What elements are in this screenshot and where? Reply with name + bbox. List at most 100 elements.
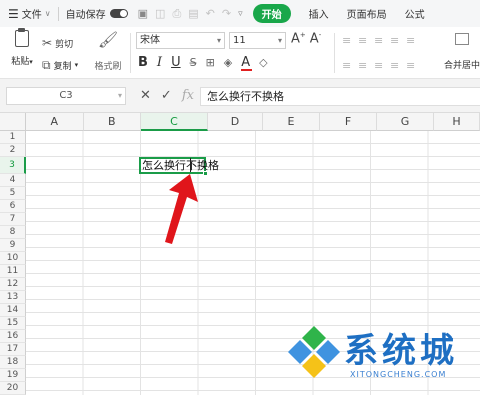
tab-insert[interactable]: 插入 bbox=[309, 6, 329, 21]
bold-icon[interactable]: B bbox=[138, 55, 148, 70]
paste-button[interactable]: 粘贴▾ bbox=[8, 28, 36, 67]
row-header[interactable]: 1 bbox=[0, 131, 26, 144]
row-header[interactable]: 12 bbox=[0, 278, 26, 291]
column-header-d[interactable]: D bbox=[208, 113, 263, 131]
merge-center-button[interactable]: 合并居中 bbox=[444, 31, 480, 71]
column-header-e[interactable]: E bbox=[263, 113, 320, 131]
borders-icon[interactable]: ⊞ bbox=[206, 56, 215, 69]
cut-button[interactable]: ✂ 剪切 bbox=[42, 32, 78, 54]
row-header[interactable]: 10 bbox=[0, 252, 26, 265]
row-header[interactable]: 9 bbox=[0, 239, 26, 252]
align-top-icon[interactable]: ≡ bbox=[342, 34, 358, 47]
align-middle-icon[interactable]: ≡ bbox=[358, 34, 374, 47]
row-header[interactable]: 2 bbox=[0, 144, 26, 157]
watermark-url: XITONGCHENG.COM bbox=[350, 370, 447, 379]
align-bottom-icon[interactable]: ≡ bbox=[374, 34, 390, 47]
row-header[interactable]: 16 bbox=[0, 330, 26, 343]
font-size-select[interactable]: 11 ▾ bbox=[229, 32, 286, 49]
autosave-control[interactable]: 自动保存 bbox=[66, 6, 128, 21]
row-header[interactable]: 7 bbox=[0, 213, 26, 226]
menu-bar: ☰ 文件 ∨ 自动保存 ▣ ◫ ⎙ ▤ ↶ ↷ ▿ 开始 插入 页面布局 公式 bbox=[0, 0, 480, 27]
column-header-b[interactable]: B bbox=[83, 113, 141, 131]
row-header[interactable]: 17 bbox=[0, 343, 26, 356]
row-header[interactable]: 14 bbox=[0, 304, 26, 317]
autosave-label: 自动保存 bbox=[65, 10, 106, 21]
font-name-select[interactable]: 宋体 ▾ bbox=[136, 32, 225, 49]
underline-icon[interactable]: U bbox=[171, 55, 181, 70]
chevron-down-icon: ▾ bbox=[216, 36, 221, 45]
strikethrough-icon[interactable]: S̶ bbox=[190, 56, 197, 69]
font-size-adjust: A+ A- bbox=[291, 31, 321, 46]
tab-page-layout[interactable]: 页面布局 bbox=[347, 6, 387, 21]
column-header-h[interactable]: H bbox=[434, 113, 480, 131]
copy-button[interactable]: ⧉ 复制 ▾ bbox=[42, 54, 78, 76]
text-cursor bbox=[190, 158, 191, 172]
format-painter-button[interactable]: 🖌 格式刷 bbox=[93, 30, 123, 72]
format-painter-label: 格式刷 bbox=[94, 62, 122, 72]
cancel-icon[interactable]: ✕ bbox=[140, 88, 151, 103]
column-header-f[interactable]: F bbox=[320, 113, 377, 131]
row-header[interactable]: 5 bbox=[0, 187, 26, 200]
row-header[interactable]: 13 bbox=[0, 291, 26, 304]
italic-icon[interactable]: I bbox=[157, 55, 162, 70]
formula-input[interactable]: 怎么换行不换格 bbox=[200, 87, 480, 106]
merge-cells-icon bbox=[455, 33, 469, 45]
insert-function-icon[interactable]: fx bbox=[182, 88, 194, 103]
row-header[interactable]: 11 bbox=[0, 265, 26, 278]
wrap-text-icon[interactable]: ≡ bbox=[390, 34, 406, 47]
name-box[interactable]: C3 ▾ bbox=[6, 87, 126, 105]
decrease-font-icon[interactable]: A- bbox=[310, 31, 321, 46]
formula-bar: C3 ▾ ✕ ✓ fx 怎么换行不换格 bbox=[0, 79, 480, 113]
tab-home[interactable]: 开始 bbox=[252, 4, 291, 23]
clear-format-icon[interactable]: ◇ bbox=[259, 56, 267, 69]
column-header-a[interactable]: A bbox=[26, 113, 84, 131]
row-header[interactable]: 8 bbox=[0, 226, 26, 239]
align-left-icon[interactable]: ≡ bbox=[342, 59, 358, 72]
row-header-active[interactable]: 3 bbox=[0, 157, 26, 174]
red-arrow-icon bbox=[165, 174, 198, 244]
undo-icon[interactable]: ↶ bbox=[206, 7, 215, 20]
tab-formulas[interactable]: 公式 bbox=[405, 6, 425, 21]
font-color-icon[interactable]: A bbox=[241, 55, 253, 71]
fill-color-icon[interactable]: ◈ bbox=[224, 56, 232, 69]
clipboard-icon bbox=[15, 28, 29, 47]
chevron-down-icon: ▾ bbox=[29, 58, 33, 66]
export-icon[interactable]: ◫ bbox=[155, 7, 165, 20]
select-all-corner[interactable] bbox=[0, 113, 26, 131]
autosave-toggle[interactable] bbox=[109, 9, 128, 18]
file-menu[interactable]: ☰ 文件 ∨ bbox=[8, 6, 51, 22]
align-center-icon[interactable]: ≡ bbox=[358, 59, 374, 72]
font-size-value: 11 bbox=[233, 35, 246, 46]
clipboard-group: ✂ 剪切 ⧉ 复制 ▾ bbox=[42, 32, 78, 76]
print-preview-icon[interactable]: ▤ bbox=[188, 7, 198, 20]
row-header[interactable]: 15 bbox=[0, 317, 26, 330]
divider bbox=[57, 6, 59, 21]
paste-label: 粘贴 bbox=[11, 57, 30, 67]
justify-icon[interactable]: ≡ bbox=[390, 59, 406, 72]
column-header-c[interactable]: C bbox=[141, 113, 208, 131]
watermark: 系统城 XITONGCHENG.COM bbox=[286, 320, 476, 390]
confirm-icon[interactable]: ✓ bbox=[161, 88, 172, 103]
chevron-down-icon: ▾ bbox=[277, 36, 282, 45]
distributed-icon[interactable]: ≡ bbox=[406, 59, 422, 72]
customize-icon[interactable]: ▿ bbox=[238, 9, 243, 19]
copy-label: 复制 bbox=[53, 61, 72, 72]
watermark-logo-icon bbox=[288, 326, 340, 378]
row-header[interactable]: 4 bbox=[0, 174, 26, 187]
row-header[interactable]: 19 bbox=[0, 369, 26, 382]
row-header[interactable]: 20 bbox=[0, 382, 26, 395]
formula-actions: ✕ ✓ fx bbox=[140, 88, 194, 103]
align-right-icon[interactable]: ≡ bbox=[374, 59, 390, 72]
save-icon[interactable]: ▣ bbox=[138, 7, 148, 20]
row-header[interactable]: 18 bbox=[0, 356, 26, 369]
print-icon[interactable]: ⎙ bbox=[172, 7, 181, 21]
indent-icon[interactable]: ≡ bbox=[406, 34, 422, 47]
increase-font-icon[interactable]: A+ bbox=[291, 31, 306, 46]
chevron-down-icon: ▾ bbox=[74, 61, 79, 69]
redo-icon[interactable]: ↷ bbox=[222, 7, 231, 20]
divider bbox=[334, 33, 335, 73]
divider bbox=[130, 33, 131, 73]
ribbon: 粘贴▾ ✂ 剪切 ⧉ 复制 ▾ 🖌 格式刷 宋体 ▾ 11 ▾ A+ A- B … bbox=[0, 27, 480, 79]
row-header[interactable]: 6 bbox=[0, 200, 26, 213]
column-header-g[interactable]: G bbox=[377, 113, 434, 131]
